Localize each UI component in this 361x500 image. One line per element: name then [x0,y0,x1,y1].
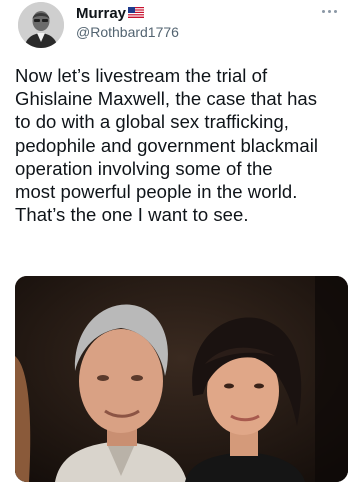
us-flag-icon [128,7,144,18]
tweet-line: That’s the one I want to see. [15,204,249,226]
more-dot [333,9,337,13]
display-name[interactable]: Murray [76,5,126,22]
tweet-text: Now let’s livestream the trial of Ghisla… [15,64,351,226]
tweet-line: most powerful people in the world. [15,181,298,203]
tweet-line: pedophile and government blackmail [15,134,319,156]
tweet-line: Now let’s livestream the trial of [15,65,268,86]
avatar-portrait-icon [18,2,64,48]
more-dot [327,9,331,13]
tweet-line: operation involving some of the [15,157,273,179]
tweet-line: Ghislaine Maxwell, the case that has [15,88,318,110]
tweet-line: to do with a global sex trafficking, [15,111,289,133]
more-horizontal-icon[interactable] [318,4,340,18]
photo-image [15,276,348,482]
more-dot [321,9,325,13]
avatar[interactable] [18,2,64,48]
user-handle[interactable]: @Rothbard1776 [76,24,179,40]
tweet-photo[interactable] [15,276,348,482]
tweet-header: Murray @Rothbard1776 [0,0,361,50]
